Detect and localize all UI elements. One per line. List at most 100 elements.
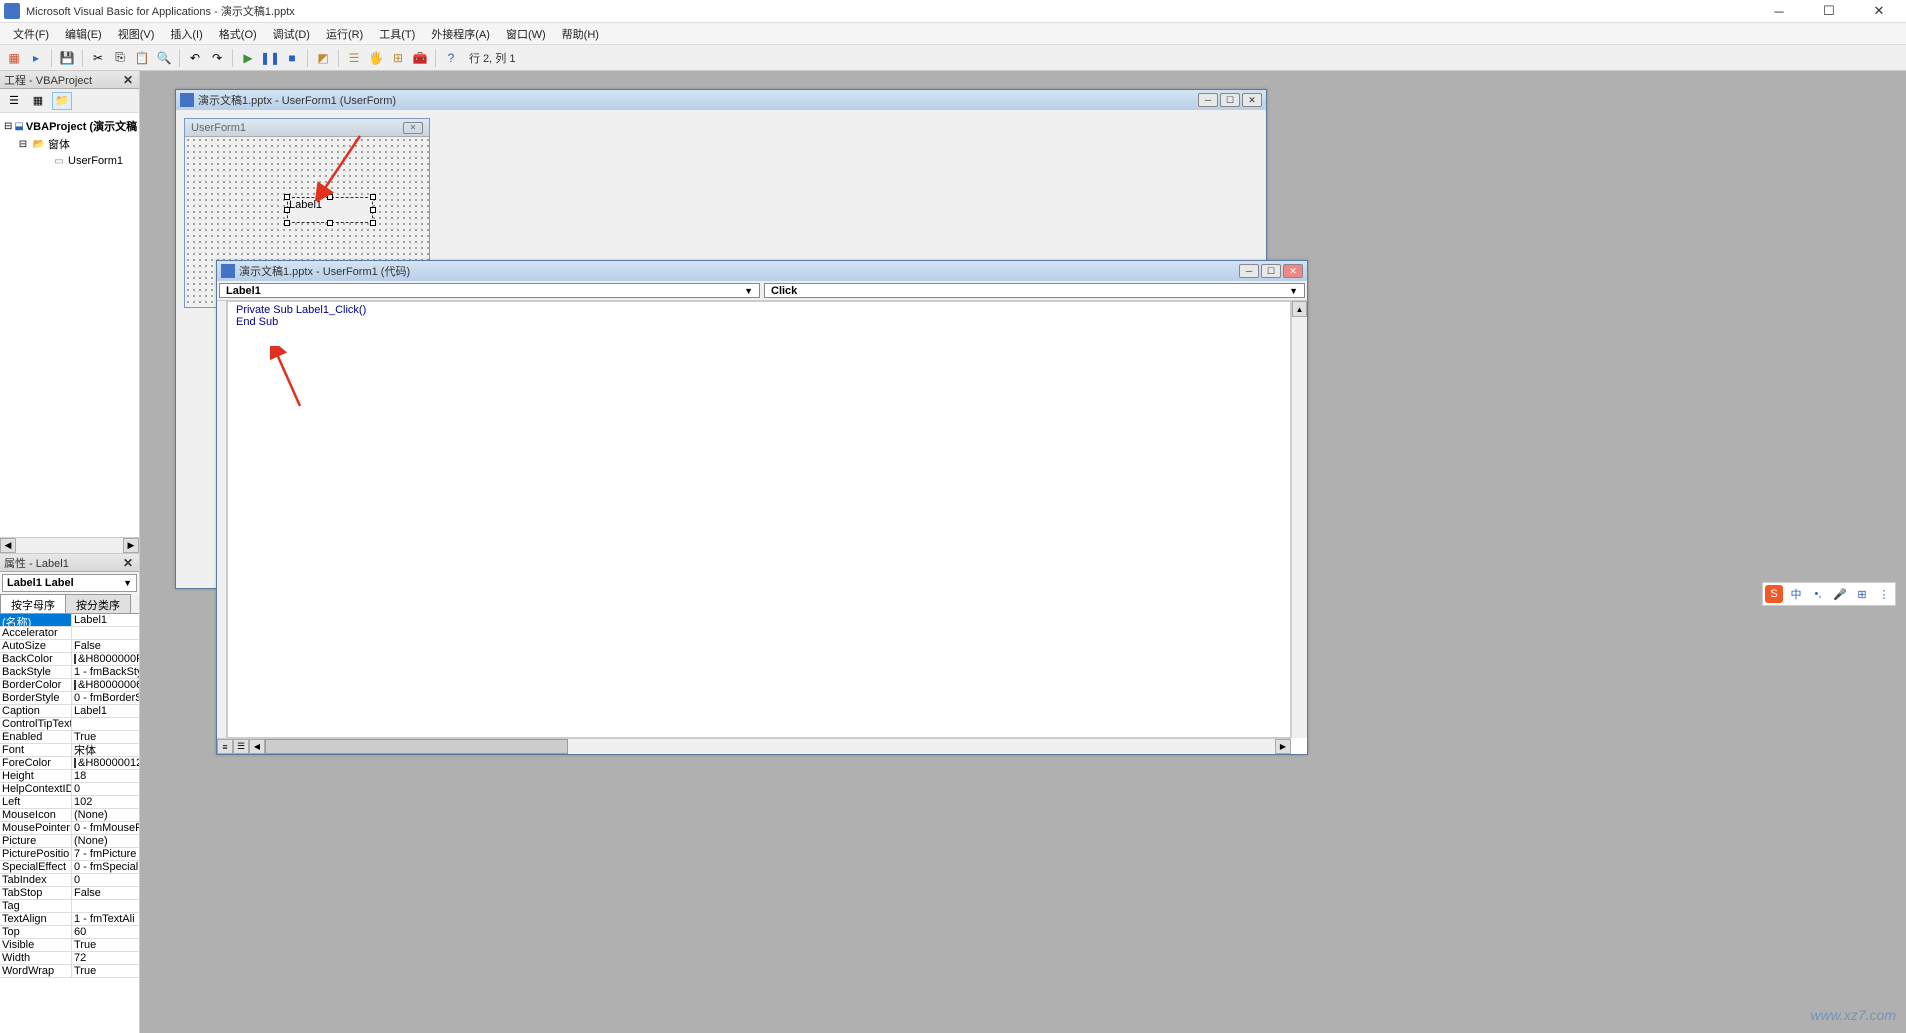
property-row[interactable]: Top60	[0, 926, 139, 939]
property-value[interactable]: 0 - fmSpecial	[72, 861, 139, 873]
scroll-right-icon[interactable]: ▶	[123, 538, 139, 553]
resize-handle-n[interactable]	[327, 194, 333, 200]
code-window[interactable]: 演示文稿1.pptx - UserForm1 (代码) ─ ☐ ✕ Label1…	[216, 260, 1308, 755]
property-row[interactable]: Left102	[0, 796, 139, 809]
mdi-maximize-button[interactable]: ☐	[1220, 93, 1240, 107]
property-row[interactable]: ForeColor&H80000012&	[0, 757, 139, 770]
resize-handle-s[interactable]	[327, 220, 333, 226]
redo-icon[interactable]: ↷	[207, 48, 227, 68]
property-row[interactable]: BorderColor&H80000006&	[0, 679, 139, 692]
object-browser-icon[interactable]: ⊞	[388, 48, 408, 68]
menu-debug[interactable]: 调试(D)	[265, 24, 318, 44]
property-value[interactable]	[72, 627, 139, 639]
find-icon[interactable]: 🔍	[154, 48, 174, 68]
run-icon[interactable]: ▶	[238, 48, 258, 68]
property-row[interactable]: Font宋体	[0, 744, 139, 757]
property-value[interactable]: Label1	[72, 614, 139, 626]
property-value[interactable]: 18	[72, 770, 139, 782]
property-row[interactable]: Accelerator	[0, 627, 139, 640]
property-value[interactable]: 0 - fmMousePo	[72, 822, 139, 834]
property-value[interactable]	[72, 718, 139, 730]
procedure-view-icon[interactable]: ≡	[217, 739, 233, 754]
property-row[interactable]: AutoSizeFalse	[0, 640, 139, 653]
label1-control[interactable]: Label1	[287, 197, 373, 223]
mdi-minimize-button[interactable]: ─	[1239, 264, 1259, 278]
property-value[interactable]: 0	[72, 874, 139, 886]
close-button[interactable]: ✕	[1864, 1, 1894, 21]
menu-help[interactable]: 帮助(H)	[554, 24, 607, 44]
help-icon[interactable]: ?	[441, 48, 461, 68]
property-value[interactable]: (None)	[72, 835, 139, 847]
property-row[interactable]: TabIndex0	[0, 874, 139, 887]
mdi-maximize-button[interactable]: ☐	[1261, 264, 1281, 278]
properties-grid[interactable]: (名称)Label1AcceleratorAutoSizeFalseBackCo…	[0, 614, 139, 1033]
ime-toolbar[interactable]: S 中 •, 🎤 ⊞ ⋮	[1762, 582, 1896, 606]
break-icon[interactable]: ❚❚	[260, 48, 280, 68]
ime-keyboard-icon[interactable]: ⊞	[1853, 585, 1871, 603]
properties-object-combo[interactable]: Label1 Label ▼	[2, 574, 137, 592]
property-value[interactable]: &H80000006&	[72, 679, 139, 691]
property-row[interactable]: EnabledTrue	[0, 731, 139, 744]
resize-handle-se[interactable]	[370, 220, 376, 226]
property-row[interactable]: (名称)Label1	[0, 614, 139, 627]
scroll-left-icon[interactable]: ◀	[249, 739, 265, 754]
property-row[interactable]: TextAlign1 - fmTextAli	[0, 913, 139, 926]
mdi-minimize-button[interactable]: ─	[1198, 93, 1218, 107]
code-procedure-combo[interactable]: Click ▼	[764, 283, 1305, 298]
ime-sogou-icon[interactable]: S	[1765, 585, 1783, 603]
property-value[interactable]: True	[72, 939, 139, 951]
property-value[interactable]: 7 - fmPicture	[72, 848, 139, 860]
mdi-close-button[interactable]: ✕	[1283, 264, 1303, 278]
menu-tools[interactable]: 工具(T)	[371, 24, 423, 44]
scroll-left-icon[interactable]: ◀	[0, 538, 16, 553]
project-hscroll[interactable]: ◀ ▶	[0, 537, 139, 553]
property-value[interactable]: 0	[72, 783, 139, 795]
resize-handle-sw[interactable]	[284, 220, 290, 226]
tab-alphabetic[interactable]: 按字母序	[0, 594, 66, 613]
code-editor[interactable]: Private Sub Label1_Click() End Sub	[227, 301, 1291, 738]
insert-module-icon[interactable]: ▸	[26, 48, 46, 68]
ime-lang-button[interactable]: 中	[1787, 585, 1805, 603]
mdi-close-button[interactable]: ✕	[1242, 93, 1262, 107]
property-row[interactable]: MouseIcon(None)	[0, 809, 139, 822]
minimize-button[interactable]: ─	[1764, 1, 1794, 21]
property-value[interactable]: 102	[72, 796, 139, 808]
resize-handle-ne[interactable]	[370, 194, 376, 200]
property-row[interactable]: CaptionLabel1	[0, 705, 139, 718]
minus-icon[interactable]: ⊟	[4, 119, 12, 133]
view-ppt-icon[interactable]: ▦	[4, 48, 24, 68]
property-value[interactable]: False	[72, 640, 139, 652]
property-value[interactable]: &H80000012&	[72, 757, 139, 769]
tree-forms-folder[interactable]: ⊟ 📂 窗体	[4, 135, 135, 153]
property-value[interactable]: 0 - fmBorderS	[72, 692, 139, 704]
maximize-button[interactable]: ☐	[1814, 1, 1844, 21]
property-value[interactable]: Label1	[72, 705, 139, 717]
toolbox-icon[interactable]: 🧰	[410, 48, 430, 68]
paste-icon[interactable]: 📋	[132, 48, 152, 68]
property-row[interactable]: PicturePositio7 - fmPicture	[0, 848, 139, 861]
scroll-right-icon[interactable]: ▶	[1275, 739, 1291, 754]
property-row[interactable]: SpecialEffect0 - fmSpecial	[0, 861, 139, 874]
scroll-up-icon[interactable]: ▲	[1292, 301, 1307, 317]
toggle-folders-icon[interactable]: 📁	[52, 92, 72, 110]
resize-handle-e[interactable]	[370, 207, 376, 213]
tree-userform1[interactable]: ▭ UserForm1	[4, 153, 135, 169]
property-row[interactable]: BackStyle1 - fmBackSty	[0, 666, 139, 679]
property-row[interactable]: HelpContextID0	[0, 783, 139, 796]
menu-view[interactable]: 视图(V)	[110, 24, 163, 44]
full-module-view-icon[interactable]: ☰	[233, 739, 249, 754]
ime-voice-icon[interactable]: 🎤	[1831, 585, 1849, 603]
save-icon[interactable]: 💾	[57, 48, 77, 68]
property-value[interactable]	[72, 900, 139, 912]
menu-format[interactable]: 格式(O)	[211, 24, 265, 44]
cut-icon[interactable]: ✂	[88, 48, 108, 68]
property-value[interactable]: True	[72, 965, 139, 977]
property-value[interactable]: (None)	[72, 809, 139, 821]
design-mode-icon[interactable]: ◩	[313, 48, 333, 68]
property-row[interactable]: VisibleTrue	[0, 939, 139, 952]
view-code-icon[interactable]: ☰	[4, 92, 24, 110]
view-object-icon[interactable]: ▦	[28, 92, 48, 110]
designer-titlebar[interactable]: 演示文稿1.pptx - UserForm1 (UserForm) ─ ☐ ✕	[176, 90, 1266, 110]
tree-project-root[interactable]: ⊟ ⬓ VBAProject (演示文稿	[4, 117, 135, 135]
property-row[interactable]: TabStopFalse	[0, 887, 139, 900]
